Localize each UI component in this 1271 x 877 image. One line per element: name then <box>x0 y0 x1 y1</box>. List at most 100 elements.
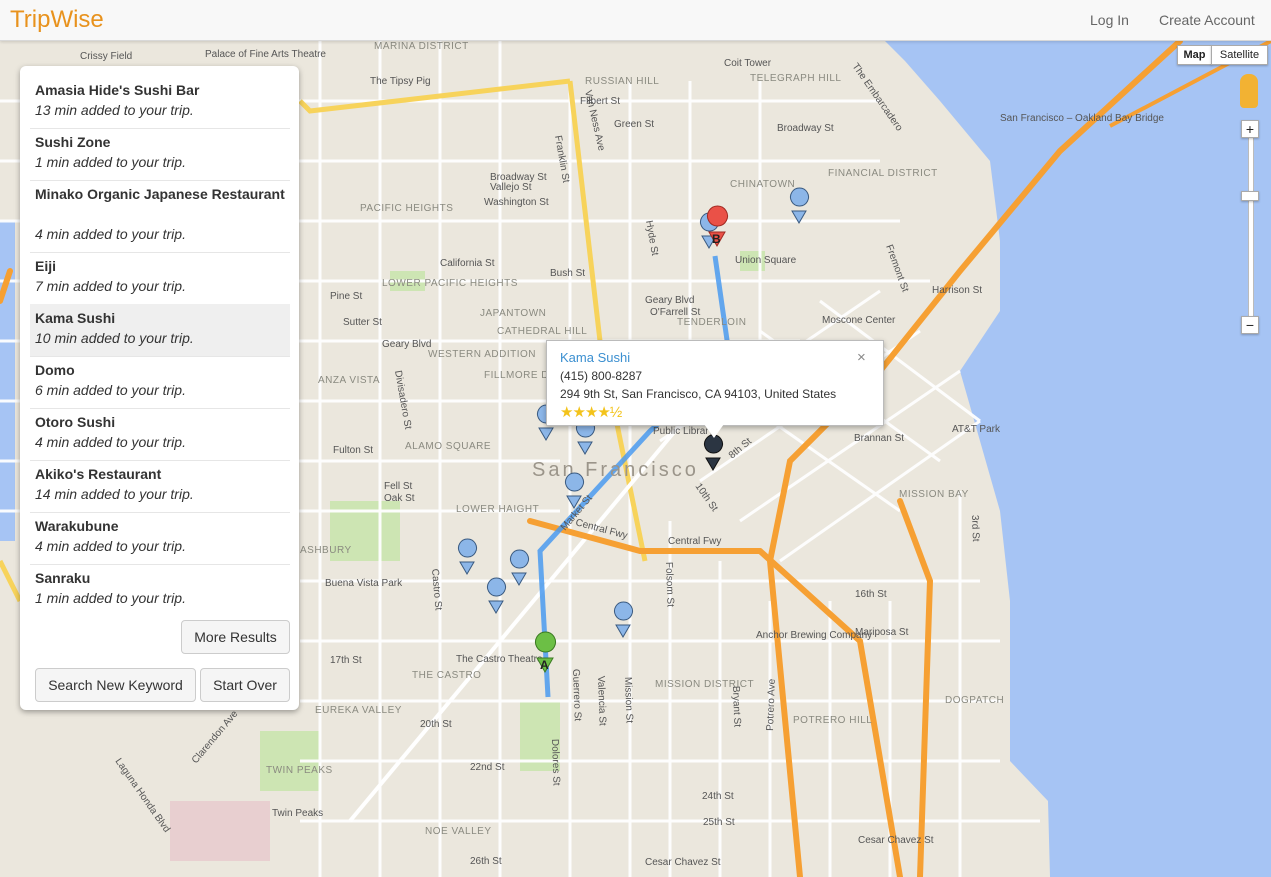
street-view-pegman-icon[interactable] <box>1240 74 1258 108</box>
svg-text:Twin Peaks: Twin Peaks <box>272 808 323 819</box>
svg-text:Washington St: Washington St <box>484 197 549 208</box>
result-name: Amasia Hide's Sushi Bar <box>35 82 200 98</box>
result-added-time: 6 min added to your trip. <box>35 382 186 398</box>
svg-text:TELEGRAPH HILL: TELEGRAPH HILL <box>750 73 841 84</box>
result-added-time: 10 min added to your trip. <box>35 330 194 346</box>
map-type-satellite-button[interactable]: Satellite <box>1211 45 1268 65</box>
svg-text:San Francisco – Oakland Bay Br: San Francisco – Oakland Bay Bridge <box>1000 113 1164 124</box>
result-name: Domo <box>35 362 75 378</box>
svg-text:ALAMO SQUARE: ALAMO SQUARE <box>405 441 491 452</box>
result-added-time: 7 min added to your trip. <box>35 278 186 294</box>
svg-text:Harrison St: Harrison St <box>932 285 982 296</box>
result-added-time: 1 min added to your trip. <box>35 154 186 170</box>
start-over-button[interactable]: Start Over <box>200 668 290 702</box>
create-account-link[interactable]: Create Account <box>1159 12 1255 28</box>
svg-text:25th St: 25th St <box>703 817 735 828</box>
results-panel: Amasia Hide's Sushi Bar 13 min added to … <box>20 66 299 710</box>
svg-text:ANZA VISTA: ANZA VISTA <box>318 375 380 386</box>
svg-text:22nd St: 22nd St <box>470 762 505 773</box>
result-added-time: 1 min added to your trip. <box>35 590 186 606</box>
result-item-selected[interactable]: Kama Sushi 10 min added to your trip. <box>30 304 290 357</box>
result-name: Sushi Zone <box>35 134 111 150</box>
svg-text:JAPANTOWN: JAPANTOWN <box>480 308 546 319</box>
result-item[interactable]: Akiko's Restaurant 14 min added to your … <box>30 460 290 513</box>
top-navbar: TripWise Log In Create Account <box>0 0 1271 41</box>
svg-text:LOWER PACIFIC HEIGHTS: LOWER PACIFIC HEIGHTS <box>382 278 518 289</box>
info-window-address: 294 9th St, San Francisco, CA 94103, Uni… <box>560 387 837 401</box>
svg-text:Broadway St: Broadway St <box>777 123 834 134</box>
svg-text:WESTERN ADDITION: WESTERN ADDITION <box>428 349 536 360</box>
svg-text:Union Square: Union Square <box>735 255 797 266</box>
svg-text:The Tipsy Pig: The Tipsy Pig <box>370 76 431 87</box>
svg-text:TWIN PEAKS: TWIN PEAKS <box>266 765 333 776</box>
result-name: Otoro Sushi <box>35 414 116 430</box>
svg-text:MISSION BAY: MISSION BAY <box>899 489 969 500</box>
result-added-time: 4 min added to your trip. <box>35 538 186 554</box>
svg-text:Potrero Ave: Potrero Ave <box>765 678 778 731</box>
svg-text:Mariposa St: Mariposa St <box>855 627 909 638</box>
svg-text:California St: California St <box>440 258 495 269</box>
result-item[interactable]: Amasia Hide's Sushi Bar 13 min added to … <box>30 76 290 129</box>
result-name: Warakubune <box>35 518 119 534</box>
svg-text:Central Fwy: Central Fwy <box>668 536 721 547</box>
result-added-time: 13 min added to your trip. <box>35 102 194 118</box>
info-window-title[interactable]: Kama Sushi <box>560 350 630 365</box>
svg-text:CATHEDRAL HILL: CATHEDRAL HILL <box>497 326 587 337</box>
result-item[interactable]: Domo 6 min added to your trip. <box>30 356 290 409</box>
zoom-in-button[interactable]: + <box>1241 120 1259 138</box>
svg-text:TENDERLOIN: TENDERLOIN <box>677 317 746 328</box>
zoom-out-button[interactable]: − <box>1241 316 1259 334</box>
svg-text:Oak St: Oak St <box>384 493 415 504</box>
svg-text:B: B <box>712 232 721 246</box>
result-added-time: 4 min added to your trip. <box>35 226 186 242</box>
result-item[interactable]: Sanraku 1 min added to your trip. <box>30 564 290 616</box>
svg-text:Coit Tower: Coit Tower <box>724 58 772 69</box>
search-new-keyword-button[interactable]: Search New Keyword <box>35 668 196 702</box>
svg-text:17th St: 17th St <box>330 655 362 666</box>
result-item[interactable]: Warakubune 4 min added to your trip. <box>30 512 290 565</box>
svg-text:ASHBURY: ASHBURY <box>300 545 352 556</box>
rating-stars-icon: ★★★★½ <box>560 404 622 421</box>
svg-text:O'Farrell St: O'Farrell St <box>650 307 700 318</box>
svg-text:Green St: Green St <box>614 119 654 130</box>
svg-text:LOWER HAIGHT: LOWER HAIGHT <box>456 504 539 515</box>
svg-text:26th St: 26th St <box>470 856 502 867</box>
brand-logo[interactable]: TripWise <box>10 6 104 34</box>
svg-text:Folsom St: Folsom St <box>663 562 676 608</box>
svg-text:16th St: 16th St <box>855 589 887 600</box>
svg-text:20th St: 20th St <box>420 719 452 730</box>
svg-text:PACIFIC HEIGHTS: PACIFIC HEIGHTS <box>360 203 453 214</box>
svg-text:Bush St: Bush St <box>550 268 585 279</box>
svg-text:NOE VALLEY: NOE VALLEY <box>425 826 492 837</box>
svg-text:MARINA DISTRICT: MARINA DISTRICT <box>374 41 469 52</box>
svg-text:Crissy Field: Crissy Field <box>80 51 132 62</box>
result-item[interactable]: Sushi Zone 1 min added to your trip. <box>30 128 290 181</box>
svg-text:Guerrero St: Guerrero St <box>570 669 583 722</box>
svg-text:Palace of Fine Arts Theatre: Palace of Fine Arts Theatre <box>205 49 326 60</box>
svg-text:The Castro Theatre: The Castro Theatre <box>456 654 543 665</box>
more-results-button[interactable]: More Results <box>181 620 290 654</box>
svg-text:Bryant St: Bryant St <box>730 686 742 728</box>
svg-text:Fell St: Fell St <box>384 481 413 492</box>
svg-text:3rd St: 3rd St <box>969 515 981 542</box>
svg-text:RUSSIAN HILL: RUSSIAN HILL <box>585 76 659 87</box>
svg-text:FINANCIAL DISTRICT: FINANCIAL DISTRICT <box>828 168 938 179</box>
info-window-phone: (415) 800-8287 <box>560 369 643 383</box>
svg-text:Sutter St: Sutter St <box>343 317 382 328</box>
result-item[interactable]: Eiji 7 min added to your trip. <box>30 252 290 305</box>
map-type-map-button[interactable]: Map <box>1177 45 1212 65</box>
svg-text:24th St: 24th St <box>702 791 734 802</box>
svg-text:POTRERO HILL: POTRERO HILL <box>793 715 872 726</box>
result-name: Eiji <box>35 258 57 274</box>
zoom-slider-track[interactable] <box>1248 126 1254 328</box>
svg-text:Dolores St: Dolores St <box>549 739 562 786</box>
result-item[interactable]: Otoro Sushi 4 min added to your trip. <box>30 408 290 461</box>
result-name: Kama Sushi <box>35 310 116 326</box>
close-icon[interactable]: × <box>857 349 866 366</box>
result-added-time: 4 min added to your trip. <box>35 434 186 450</box>
login-link[interactable]: Log In <box>1090 12 1129 28</box>
svg-text:Cesar Chavez St: Cesar Chavez St <box>645 857 721 868</box>
zoom-slider-handle[interactable] <box>1241 191 1259 201</box>
svg-text:Valencia St: Valencia St <box>595 676 608 726</box>
result-item[interactable]: Minako Organic Japanese Restaurant 4 min… <box>30 180 290 253</box>
